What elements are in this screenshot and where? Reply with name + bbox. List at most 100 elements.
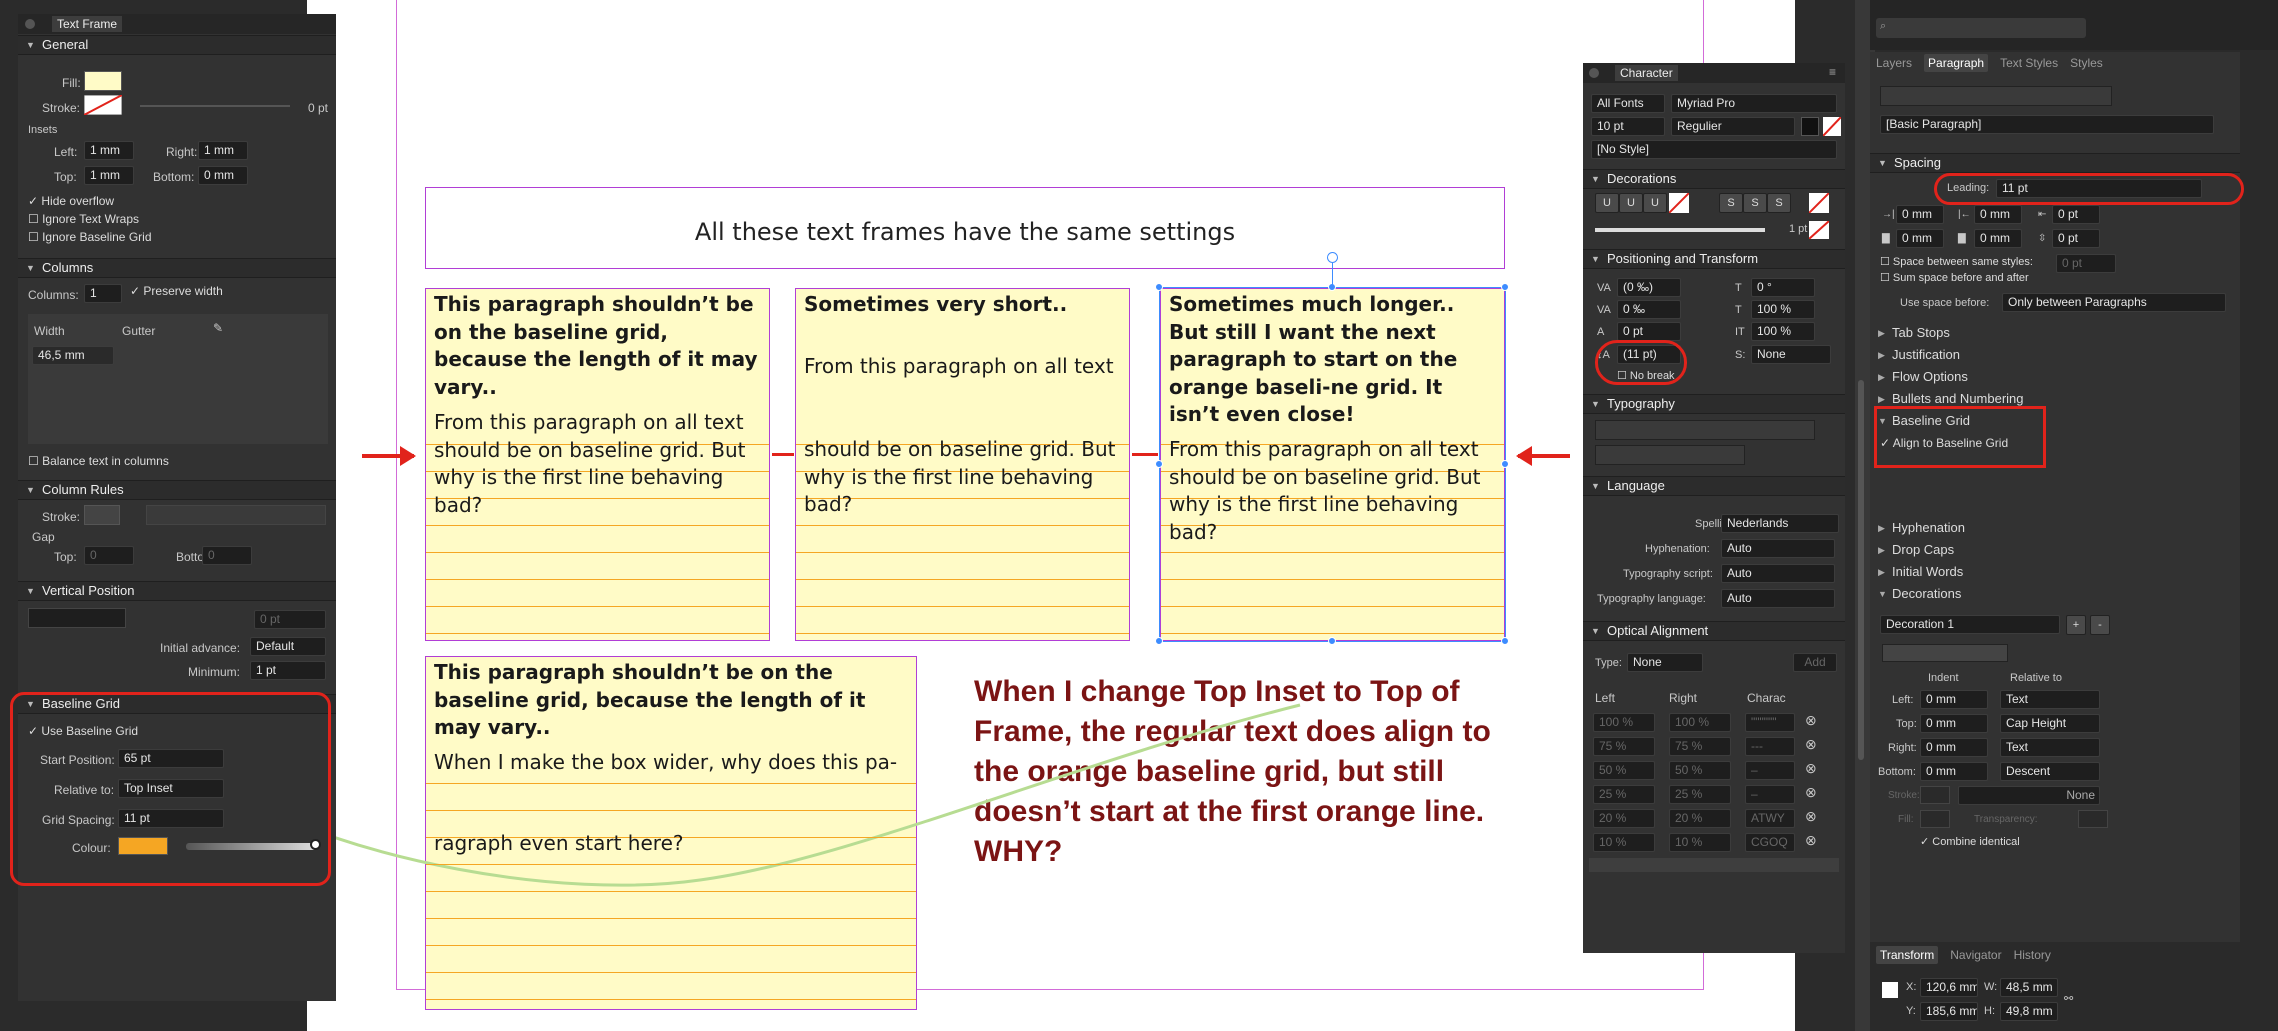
drop-caps-section[interactable]: Drop Caps — [1870, 539, 2230, 561]
character-style-select[interactable]: [No Style] — [1591, 140, 1837, 159]
decorations-section-header[interactable]: Decorations — [1583, 169, 1845, 189]
remove-row-icon[interactable]: ⊗ — [1805, 736, 1817, 753]
deco-fill-swatch[interactable] — [1920, 810, 1950, 828]
paragraph-leading-field[interactable]: 0 pt — [2052, 229, 2100, 248]
column-width-field[interactable]: 46,5 mm — [32, 346, 114, 365]
gap-top-field[interactable]: 0 — [84, 546, 134, 565]
vertical-align-buttons[interactable] — [28, 608, 126, 628]
close-icon[interactable] — [25, 19, 35, 29]
optical-type-select[interactable]: None — [1627, 653, 1703, 672]
caps-select[interactable]: None — [1751, 345, 1831, 364]
top-inset-field[interactable]: 1 mm — [84, 166, 134, 185]
tracking-field[interactable]: 0 ‰ — [1617, 300, 1681, 319]
baseline-shift-field[interactable]: 0 pt — [1617, 322, 1681, 341]
deco-bottom-relative-select[interactable]: Descent — [2000, 762, 2100, 781]
optical-left-value[interactable]: 75 % — [1593, 737, 1655, 756]
columns-section-header[interactable]: Columns — [18, 258, 336, 278]
language-section-header[interactable]: Language — [1583, 476, 1845, 496]
alignment-buttons[interactable] — [1880, 86, 2112, 106]
tab-transform[interactable]: Transform — [1876, 946, 1939, 964]
optical-right-value[interactable]: 10 % — [1669, 833, 1731, 852]
typography-buttons-row2[interactable] — [1595, 445, 1745, 465]
tab-layers[interactable]: Layers — [1876, 56, 1912, 70]
underline-colour-swatch[interactable] — [1669, 193, 1689, 213]
typography-buttons-row1[interactable] — [1595, 420, 1815, 440]
vertical-offset-field[interactable]: 0 pt — [254, 610, 326, 629]
spacing-section-header[interactable]: Spacing — [1870, 153, 2240, 173]
left-indent-field[interactable]: 0 mm — [1896, 205, 1944, 224]
remove-row-icon[interactable]: ⊗ — [1805, 712, 1817, 729]
typography-language-select[interactable]: Auto — [1721, 589, 1835, 608]
text-stroke-swatch[interactable] — [1823, 117, 1841, 136]
sum-space-checkbox[interactable]: ☐ Sum space before and after — [1880, 271, 2029, 284]
font-style-select[interactable]: Regulier — [1671, 117, 1795, 136]
font-family-select[interactable]: Myriad Pro — [1671, 94, 1837, 113]
right-indent-field[interactable]: 0 mm — [1974, 205, 2022, 224]
justification-section[interactable]: Justification — [1870, 344, 2230, 366]
optical-alignment-section-header[interactable]: Optical Alignment — [1583, 621, 1845, 641]
typography-section-header[interactable]: Typography — [1583, 394, 1845, 414]
strikethrough-button[interactable]: S — [1719, 193, 1743, 213]
optical-right-value[interactable]: 20 % — [1669, 809, 1731, 828]
hide-overflow-checkbox[interactable]: ✓ Hide overflow — [28, 194, 114, 208]
tab-history[interactable]: History — [2014, 948, 2051, 962]
decoration-fill-swatch[interactable] — [1809, 221, 1829, 239]
vertical-position-section-header[interactable]: Vertical Position — [18, 581, 336, 601]
remove-row-icon[interactable]: ⊗ — [1805, 808, 1817, 825]
deco-bottom-field[interactable]: 0 mm — [1920, 762, 1988, 781]
general-section-header[interactable]: General — [18, 35, 336, 55]
close-icon[interactable] — [1589, 68, 1599, 78]
preserve-width-checkbox[interactable]: ✓ Preserve width — [130, 284, 223, 298]
font-collection-select[interactable]: All Fonts — [1591, 94, 1665, 113]
left-inset-field[interactable]: 1 mm — [84, 141, 134, 160]
initial-words-section[interactable]: Initial Words — [1870, 561, 2230, 583]
double-underline-button[interactable]: U — [1619, 193, 1643, 213]
deco-stroke-swatch[interactable] — [1920, 786, 1950, 804]
optical-chars-value[interactable]: – — [1745, 785, 1795, 804]
menu-icon[interactable]: ≡ — [1829, 65, 1836, 79]
combine-identical-checkbox[interactable]: ✓ Combine identical — [1920, 835, 2020, 848]
stroke-swatch[interactable] — [84, 95, 122, 115]
add-decoration-button[interactable]: + — [2066, 615, 2086, 635]
rules-stroke-slider[interactable] — [146, 505, 326, 525]
dock-scrollbar[interactable] — [1858, 380, 1864, 760]
pencil-icon[interactable]: ✎ — [213, 321, 223, 335]
w-field[interactable]: 48,5 mm — [2000, 978, 2058, 997]
kerning-field[interactable]: (0 ‰) — [1617, 278, 1681, 297]
rules-stroke-swatch[interactable] — [84, 505, 120, 525]
remove-row-icon[interactable]: ⊗ — [1805, 784, 1817, 801]
optical-chars-value[interactable]: – — [1745, 761, 1795, 780]
tab-text-styles[interactable]: Text Styles — [2000, 56, 2058, 70]
decoration-selector[interactable]: Decoration 1 — [1880, 615, 2060, 634]
stroke-width-slider[interactable] — [140, 105, 290, 107]
use-space-before-select[interactable]: Only between Paragraphs — [2002, 293, 2226, 312]
columns-field[interactable]: 1 — [84, 284, 122, 303]
text-colour-swatch[interactable] — [1801, 117, 1819, 136]
ignore-baseline-grid-checkbox[interactable]: ☐ Ignore Baseline Grid — [28, 230, 152, 244]
deco-left-relative-select[interactable]: Text — [2000, 690, 2100, 709]
first-line-indent-field[interactable]: 0 pt — [2052, 205, 2100, 224]
tab-navigator[interactable]: Navigator — [1950, 948, 2001, 962]
h-field[interactable]: 49,8 mm — [2000, 1002, 2058, 1021]
balance-columns-checkbox[interactable]: ☐ Balance text in columns — [28, 454, 169, 468]
space-between-field[interactable]: 0 pt — [2056, 254, 2116, 273]
optical-add-button[interactable]: Add — [1793, 653, 1837, 672]
optical-left-value[interactable]: 25 % — [1593, 785, 1655, 804]
typography-script-select[interactable]: Auto — [1721, 564, 1835, 583]
x-field[interactable]: 120,6 mm — [1920, 978, 1978, 997]
fill-swatch[interactable] — [84, 71, 122, 91]
link-proportions-icon[interactable]: ⚯ — [2064, 992, 2073, 1005]
shear-field[interactable]: 0 ° — [1751, 278, 1815, 297]
space-after-field[interactable]: 0 mm — [1974, 229, 2022, 248]
optical-left-value[interactable]: 20 % — [1593, 809, 1655, 828]
positioning-section-header[interactable]: Positioning and Transform — [1583, 249, 1845, 269]
optical-chars-value[interactable]: """""" — [1745, 713, 1795, 732]
optical-left-value[interactable]: 100 % — [1593, 713, 1655, 732]
optical-left-value[interactable]: 10 % — [1593, 833, 1655, 852]
decoration-type-buttons[interactable] — [1882, 644, 2008, 662]
deco-top-field[interactable]: 0 mm — [1920, 714, 1988, 733]
search-input[interactable] — [1876, 18, 2086, 38]
initial-advance-select[interactable]: Default — [250, 637, 326, 656]
hyphenation-select[interactable]: Auto — [1721, 539, 1835, 558]
underline-options-button[interactable]: U — [1643, 193, 1667, 213]
